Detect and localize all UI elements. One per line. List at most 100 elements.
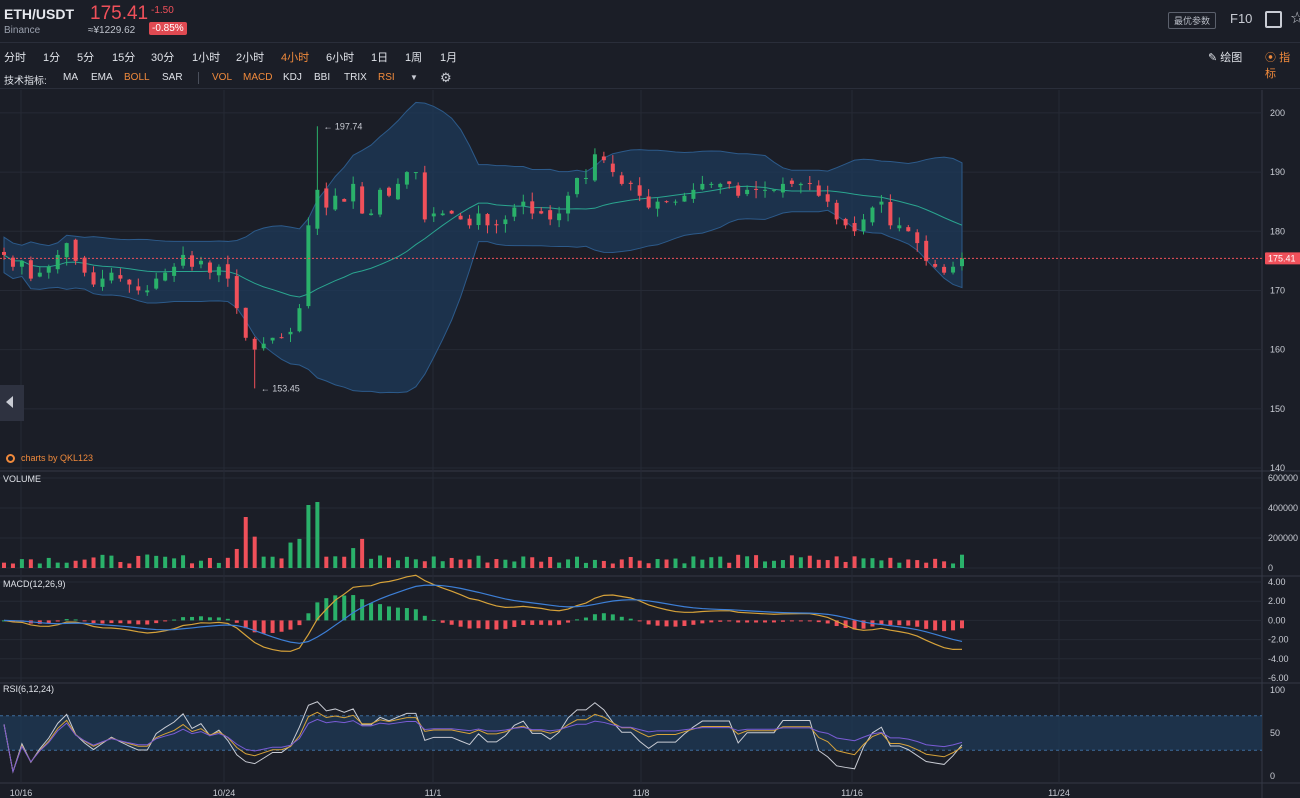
period-9[interactable]: 1日 <box>371 49 388 65</box>
macd-histogram-bar <box>736 620 741 623</box>
symbol-name[interactable]: ETH/USDT <box>4 6 74 22</box>
period-8[interactable]: 6小时 <box>326 49 354 65</box>
period-0[interactable]: 分时 <box>4 49 26 65</box>
candle-body <box>413 172 418 174</box>
volume-bar <box>55 562 60 568</box>
indicator-kdj[interactable]: KDJ <box>283 72 302 83</box>
candle-body <box>145 290 150 293</box>
star-icon[interactable]: ☆ <box>1290 8 1300 28</box>
volume-bar <box>637 560 642 568</box>
candle-body <box>933 264 938 267</box>
macd-histogram-bar <box>530 620 535 625</box>
period-7[interactable]: 4小时 <box>281 49 309 65</box>
macd-histogram-bar <box>610 614 615 621</box>
indicator-rsi[interactable]: RSI <box>378 72 395 83</box>
indicator-bbi[interactable]: BBI <box>314 72 330 83</box>
period-4[interactable]: 30分 <box>151 49 174 65</box>
volume-bar <box>82 559 87 568</box>
macd-histogram-bar <box>395 607 400 621</box>
macd-histogram-bar <box>127 620 132 624</box>
candle-body <box>628 182 633 184</box>
optimal-params-button[interactable]: 最优参数 <box>1168 12 1217 29</box>
scroll-left-button[interactable] <box>0 385 24 421</box>
candle-body <box>834 202 839 220</box>
candle-body <box>583 177 588 179</box>
volume-bar <box>136 555 141 568</box>
volume-bar <box>154 555 159 568</box>
volume-bar <box>736 554 741 568</box>
gear-icon[interactable]: ⚙ <box>440 70 452 86</box>
candle-body <box>870 207 875 223</box>
volume-bar <box>207 557 212 568</box>
macd-histogram-bar <box>494 620 499 630</box>
candle-body <box>198 260 203 265</box>
period-10[interactable]: 1周 <box>405 49 422 65</box>
indicator-ma[interactable]: MA <box>63 72 78 83</box>
candle-body <box>539 211 544 214</box>
fullscreen-icon[interactable] <box>1265 11 1282 28</box>
macd-histogram-bar <box>136 620 141 625</box>
candle-body <box>2 251 6 255</box>
macd-histogram-bar <box>467 620 472 629</box>
indicator-sar[interactable]: SAR <box>162 72 183 83</box>
period-11[interactable]: 1月 <box>440 49 457 65</box>
period-2[interactable]: 5分 <box>77 49 94 65</box>
macd-histogram-bar <box>449 620 454 625</box>
candle-body <box>601 156 606 161</box>
draw-button[interactable]: ✎ 绘图 <box>1208 49 1242 65</box>
macd-histogram-bar <box>458 620 463 627</box>
candle-body <box>306 225 311 307</box>
candle-body <box>270 337 275 341</box>
candle-body <box>404 172 409 185</box>
candle-body <box>816 185 821 196</box>
caret-down-icon[interactable]: ▼ <box>410 73 418 82</box>
period-3[interactable]: 15分 <box>112 49 135 65</box>
macd-tick-label: 4.00 <box>1268 577 1286 587</box>
candle-body <box>440 213 445 216</box>
macd-histogram-bar <box>100 620 105 624</box>
indicator-boll[interactable]: BOLL <box>124 72 150 83</box>
volume-bar <box>825 560 830 568</box>
candle-body <box>763 189 768 191</box>
period-5[interactable]: 1小时 <box>192 49 220 65</box>
volume-bar <box>494 559 499 568</box>
price-tick-label: 180 <box>1270 226 1285 236</box>
macd-histogram-bar <box>888 620 893 625</box>
last-price: 175.41 <box>90 3 149 24</box>
candle-body <box>566 195 571 214</box>
volume-tick-label: 0 <box>1268 563 1273 573</box>
indicator-vol[interactable]: VOL <box>212 72 232 83</box>
macd-histogram-bar <box>485 620 490 630</box>
candle-body <box>163 272 168 281</box>
indicator-trix[interactable]: TRIX <box>344 72 367 83</box>
candle-body <box>485 214 490 226</box>
candle-body <box>780 183 785 193</box>
volume-label: VOLUME <box>3 474 42 484</box>
period-6[interactable]: 2小时 <box>236 49 264 65</box>
volume-bar <box>601 560 606 568</box>
volume-bar <box>225 557 230 568</box>
price-chart[interactable]: 10/16 10/24 11/1 11/8 11/16 11/24 200 190 180 170… <box>0 90 1300 798</box>
macd-histogram-bar <box>413 609 418 621</box>
candle-body <box>190 255 195 267</box>
volume-bar <box>771 560 776 568</box>
macd-histogram-bar <box>557 620 562 625</box>
volume-bar <box>127 563 132 568</box>
macd-histogram-bar <box>951 620 956 631</box>
candle-body <box>512 207 517 217</box>
volume-bar <box>485 562 490 568</box>
candle-body <box>789 180 794 184</box>
macd-histogram-bar <box>780 620 785 622</box>
volume-tick-label: 400000 <box>1268 503 1298 513</box>
f10-button[interactable]: F10 <box>1230 11 1252 26</box>
volume-bar <box>807 555 812 568</box>
period-1[interactable]: 1分 <box>43 49 60 65</box>
macd-histogram-bar <box>118 620 123 624</box>
volume-bar <box>521 556 526 568</box>
indicator-macd[interactable]: MACD <box>243 72 272 83</box>
indicator-ema[interactable]: EMA <box>91 72 113 83</box>
arrow-left-icon <box>6 396 13 408</box>
macd-histogram-bar <box>476 620 481 629</box>
candle-body <box>91 272 96 285</box>
candle-body <box>369 213 374 216</box>
